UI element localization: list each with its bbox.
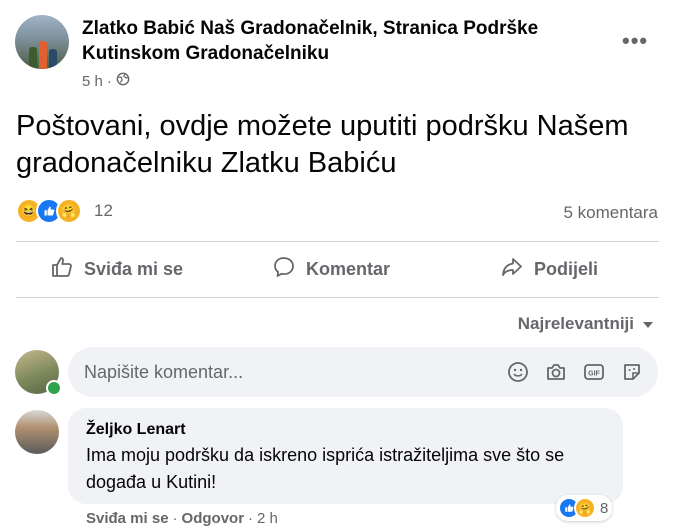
divider: [16, 241, 659, 242]
sticker-icon[interactable]: [620, 360, 644, 384]
more-options-icon[interactable]: •••: [622, 28, 648, 54]
caret-down-icon: [642, 314, 654, 334]
post-author[interactable]: Zlatko Babić Naš Gradonačelnik, Stranica…: [82, 16, 562, 66]
comment-time[interactable]: 2 h: [257, 510, 278, 527]
post-time[interactable]: 5 h: [82, 73, 103, 90]
comment-reactions[interactable]: 🤗 8: [556, 495, 613, 521]
globe-icon: [116, 72, 130, 90]
gif-icon[interactable]: GIF: [582, 360, 606, 384]
care-icon: 🤗: [574, 497, 596, 519]
comment-actions: Sviđa mi se · Odgovor · 2 h: [86, 510, 278, 527]
online-status-dot: [46, 380, 62, 396]
comment-button[interactable]: Komentar: [272, 255, 390, 284]
comments-count[interactable]: 5 komentara: [564, 203, 659, 223]
reactions-count: 12: [94, 201, 113, 220]
reactions-summary[interactable]: 😆 🤗 12: [16, 198, 113, 224]
sort-label: Najrelevantniji: [517, 314, 634, 333]
share-icon: [500, 255, 524, 284]
comment-label: Komentar: [306, 259, 391, 279]
comment-text: Ima moju podršku da iskreno isprića istr…: [86, 445, 565, 492]
camera-icon[interactable]: [544, 360, 568, 384]
thumbs-up-icon: [50, 255, 74, 284]
sort-dropdown[interactable]: Najrelevantniji: [518, 314, 654, 334]
share-button[interactable]: Podijeli: [500, 255, 598, 284]
like-label: Sviđa mi se: [84, 259, 184, 279]
comment-reaction-count: 8: [600, 499, 609, 517]
composer-tools: GIF: [506, 360, 644, 384]
comment-placeholder: Napišite komentar...: [84, 362, 244, 382]
commenter-avatar[interactable]: [15, 410, 59, 454]
comment-like-link[interactable]: Sviđa mi se: [86, 510, 169, 527]
share-label: Podijeli: [534, 259, 599, 279]
like-button[interactable]: Sviđa mi se: [50, 255, 183, 284]
emoji-icon[interactable]: [506, 360, 530, 384]
comment-reply-link[interactable]: Odgovor: [182, 510, 245, 527]
separator: ·: [172, 510, 178, 527]
post-text: Poštovani, ovdje možete uputiti podršku …: [16, 110, 629, 179]
commenter-name[interactable]: Željko Lenart: [86, 421, 186, 439]
page-avatar[interactable]: [15, 15, 69, 69]
post-meta: 5 h ·: [82, 72, 130, 90]
svg-text:GIF: GIF: [588, 371, 600, 378]
divider: [16, 297, 659, 298]
comment-icon: [272, 255, 296, 284]
care-icon: 🤗: [56, 198, 82, 224]
separator: ·: [248, 510, 254, 527]
